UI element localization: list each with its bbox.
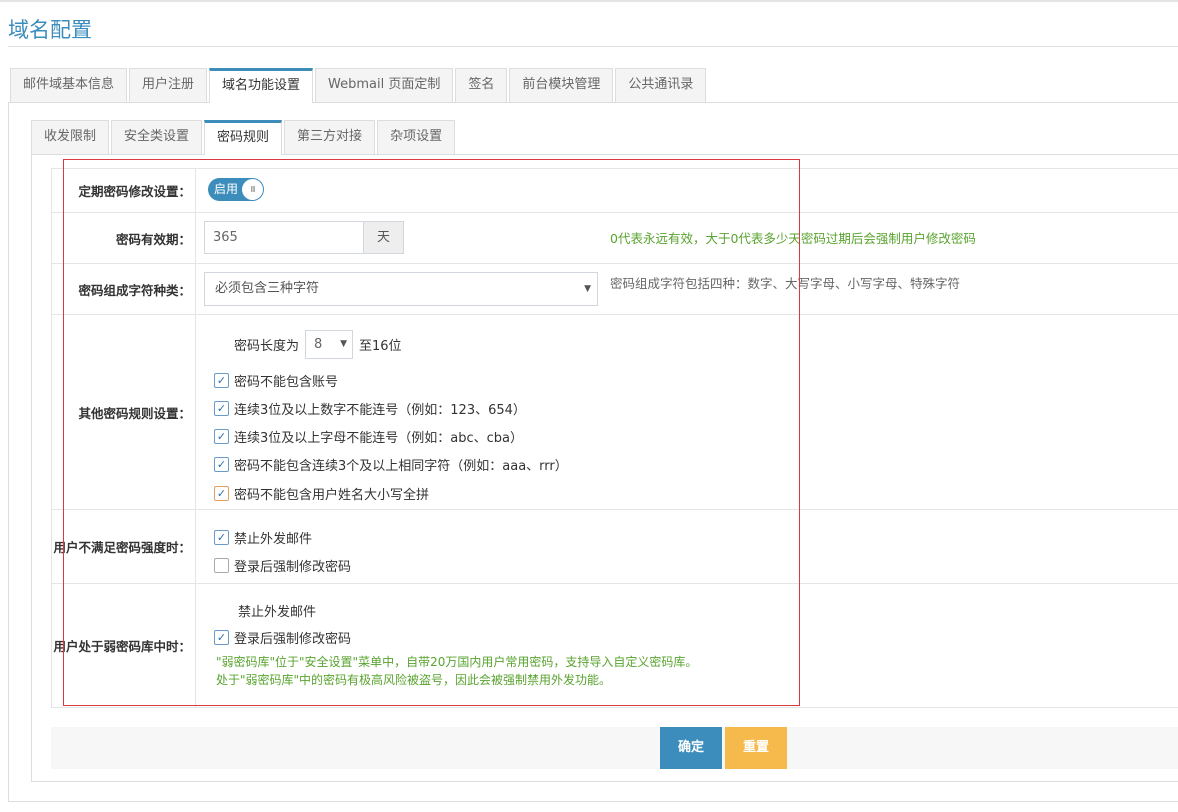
validity-days-input[interactable]: 365	[204, 221, 364, 254]
password-rules-form: 定期密码修改设置： 启用 III 密码有效期： 365 天 0代表永远有效，大于…	[51, 168, 1178, 708]
tab-third-party[interactable]: 第三方对接	[284, 120, 376, 154]
reset-button[interactable]: 重置	[725, 727, 787, 769]
main-tabs: 邮件域基本信息 用户注册 域名功能设置 Webmail 页面定制 签名 前台模块…	[10, 68, 708, 103]
option-text: 登录后强制修改密码	[234, 560, 352, 575]
tab-webmail-custom[interactable]: Webmail 页面定制	[315, 68, 454, 102]
row-charset: 密码组成字符种类： 必须包含三种字符 ▼ 密码组成字符包括四种：数字、大写字母、…	[51, 264, 1178, 315]
tab-mail-domain-info[interactable]: 邮件域基本信息	[10, 68, 128, 102]
tab-public-contacts[interactable]: 公共通讯录	[615, 68, 707, 102]
weak-library-note-2: 处于"弱密码库"中的密码有极高风险被盗号，因此会被强制禁用外发功能。	[216, 673, 612, 687]
option-text: 禁止外发邮件	[234, 532, 313, 547]
chevron-down-icon: ▼	[584, 284, 591, 294]
rule-text: 密码不能包含用户姓名大小写全拼	[234, 488, 430, 503]
rule-no-seq-digits[interactable]: ✓ 连续3位及以上数字不能连号（例如：123、654）	[214, 399, 526, 418]
option-force-change[interactable]: 登录后强制修改密码	[214, 556, 351, 575]
checkbox-checked-icon[interactable]: ✓	[214, 373, 229, 388]
row-weak-library: 用户处于弱密码库中时： 禁止外发邮件 ✓ 登录后强制修改密码 "弱密码库"位于"…	[51, 584, 1178, 708]
tab-security-settings[interactable]: 安全类设置	[111, 120, 203, 154]
rule-no-name-pinyin[interactable]: ✓ 密码不能包含用户姓名大小写全拼	[214, 484, 429, 503]
rule-text: 密码不能包含账号	[234, 375, 339, 390]
tab-misc-settings[interactable]: 杂项设置	[377, 120, 456, 154]
charset-selected-value: 必须包含三种字符	[215, 281, 320, 296]
length-min-value: 8	[314, 337, 323, 352]
confirm-button[interactable]: 确定	[660, 727, 722, 769]
tab-password-rules[interactable]: 密码规则	[204, 120, 283, 155]
validity-label: 密码有效期：	[52, 213, 196, 263]
tab-frontend-modules[interactable]: 前台模块管理	[509, 68, 614, 102]
tab-user-register[interactable]: 用户注册	[129, 68, 208, 102]
other-rules-label: 其他密码规则设置：	[52, 315, 196, 509]
option-text: 登录后强制修改密码	[234, 632, 352, 647]
tab-domain-features[interactable]: 域名功能设置	[209, 68, 314, 103]
charset-select[interactable]: 必须包含三种字符 ▼	[204, 272, 598, 306]
days-unit: 天	[364, 221, 404, 254]
length-suffix: 至16位	[359, 339, 402, 354]
charset-hint: 密码组成字符包括四种：数字、大写字母、小写字母、特殊字符	[610, 276, 961, 291]
validity-hint: 0代表永远有效，大于0代表多少天密码过期后会强制用户修改密码	[610, 231, 976, 246]
form-footer	[51, 727, 1178, 769]
checkbox-checked-icon[interactable]: ✓	[214, 401, 229, 416]
row-weak-strength: 用户不满足密码强度时： ✓ 禁止外发邮件 登录后强制修改密码	[51, 510, 1178, 584]
checkbox-checked-icon[interactable]: ✓	[214, 429, 229, 444]
length-min-select[interactable]: 8 ▼	[305, 330, 354, 359]
tab-signature[interactable]: 签名	[455, 68, 508, 102]
checkbox-unchecked-icon[interactable]	[214, 558, 229, 573]
title-divider	[8, 46, 1178, 47]
weak-library-force-change[interactable]: ✓ 登录后强制修改密码	[214, 628, 351, 647]
toggle-text: 启用	[214, 182, 239, 196]
top-border	[0, 0, 1178, 2]
rule-text: 密码不能包含连续3个及以上相同字符（例如：aaa、rrr）	[234, 459, 568, 474]
rule-no-seq-letters[interactable]: ✓ 连续3位及以上字母不能连号（例如：abc、cba）	[214, 427, 523, 446]
weak-library-label: 用户处于弱密码库中时：	[52, 584, 196, 707]
length-prefix: 密码长度为	[234, 339, 300, 354]
sub-tabs: 收发限制 安全类设置 密码规则 第三方对接 杂项设置	[31, 120, 457, 155]
periodic-change-toggle[interactable]: 启用 III	[208, 178, 264, 201]
rule-no-repeat-chars[interactable]: ✓ 密码不能包含连续3个及以上相同字符（例如：aaa、rrr）	[214, 455, 568, 474]
toggle-knob-icon: III	[242, 179, 263, 200]
length-setting: 密码长度为 8 ▼ 至16位	[234, 330, 402, 359]
option-block-outgoing[interactable]: ✓ 禁止外发邮件	[214, 528, 312, 547]
checkbox-checked-icon[interactable]: ✓	[214, 457, 229, 472]
page-title: 域名配置	[8, 18, 92, 42]
tab-send-receive-limits[interactable]: 收发限制	[31, 120, 110, 154]
checkbox-checked-icon[interactable]: ✓	[214, 530, 229, 545]
weak-strength-label: 用户不满足密码强度时：	[52, 510, 196, 583]
rule-no-account[interactable]: ✓ 密码不能包含账号	[214, 371, 338, 390]
weak-library-block-outgoing: 禁止外发邮件	[238, 605, 317, 620]
rule-text: 连续3位及以上数字不能连号（例如：123、654）	[234, 403, 526, 418]
row-periodic-change: 定期密码修改设置： 启用 III	[51, 169, 1178, 213]
weak-library-note-1: "弱密码库"位于"安全设置"菜单中，自带20万国内用户常用密码，支持导入自定义密…	[216, 655, 698, 669]
checkbox-checked-icon[interactable]: ✓	[214, 486, 229, 501]
chevron-down-icon: ▼	[340, 339, 348, 349]
row-validity: 密码有效期： 365 天 0代表永远有效，大于0代表多少天密码过期后会强制用户修…	[51, 213, 1178, 264]
row-other-rules: 其他密码规则设置： 密码长度为 8 ▼ 至16位 ✓ 密码不能包含账号 ✓ 连续…	[51, 315, 1178, 510]
checkbox-checked-icon[interactable]: ✓	[214, 630, 229, 645]
rule-text: 连续3位及以上字母不能连号（例如：abc、cba）	[234, 431, 524, 446]
charset-label: 密码组成字符种类：	[52, 264, 196, 314]
periodic-change-label: 定期密码修改设置：	[52, 169, 196, 212]
